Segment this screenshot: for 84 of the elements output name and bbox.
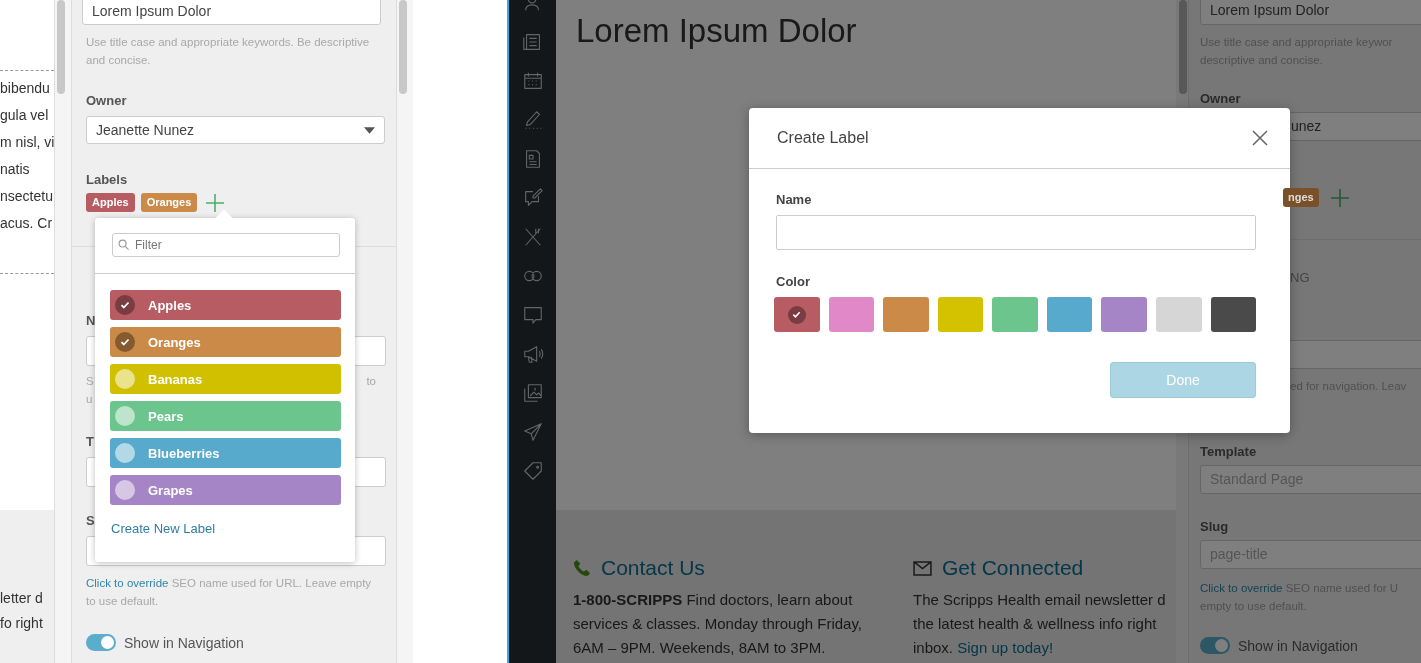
signup-link[interactable]: Sign up today! <box>957 639 1054 656</box>
phone-icon <box>573 559 591 577</box>
tag-icon[interactable] <box>521 460 544 482</box>
contact-text: 1-800-SCRIPPS Find doctors, learn about services & classes. Monday through Friday, 6AM – 9PM. Weekends, 8AM to 3PM. <box>573 590 863 658</box>
megaphone-icon[interactable] <box>521 343 544 365</box>
color-swatch[interactable] <box>1101 297 1147 332</box>
owner-label: Owner <box>1200 91 1242 106</box>
label-option[interactable]: Pears <box>110 401 341 431</box>
label-tag[interactable]: nges <box>1283 188 1319 207</box>
footer-text-fragment: fo right <box>0 614 44 633</box>
title-input[interactable]: Lorem Ipsum Dolor <box>1200 0 1421 25</box>
checkbox-circle[interactable] <box>115 480 135 500</box>
label-option[interactable]: Grapes <box>110 475 341 505</box>
labels-label: Labels <box>86 172 129 187</box>
label-option[interactable]: Apples <box>110 290 341 320</box>
checkbox-circle[interactable] <box>115 369 135 389</box>
label-tag[interactable]: Oranges <box>140 193 198 212</box>
article-text-fragment: acus. Cr <box>0 214 54 233</box>
close-icon[interactable] <box>1252 130 1268 146</box>
color-swatch[interactable] <box>774 297 820 332</box>
article-text-fragment: bibendu <box>0 79 51 98</box>
color-swatch[interactable] <box>1046 297 1093 332</box>
scrollbar-thumb[interactable] <box>57 0 65 94</box>
label-option[interactable]: Oranges <box>110 327 341 357</box>
newsletter-text: The Scripps Health email newsletter d <box>913 590 1167 610</box>
slug-label: Slug <box>1200 519 1230 534</box>
title-input[interactable]: Lorem Ipsum Dolor <box>82 0 381 25</box>
page-heading: Lorem Ipsum Dolor <box>576 12 858 50</box>
checkbox-circle[interactable] <box>115 332 135 352</box>
owner-select[interactable]: Jeanette Nunez <box>86 116 385 144</box>
field-label-fragment: N <box>86 313 97 328</box>
toggle-label: Show in Navigation <box>124 634 244 651</box>
color-swatch[interactable] <box>828 297 875 332</box>
dialog-title: Create Label <box>777 129 869 147</box>
override-link[interactable]: Click to override <box>1200 582 1283 594</box>
filter-field[interactable]: Filter <box>112 233 340 257</box>
paper-plane-icon[interactable] <box>521 421 544 443</box>
section-title: Get Connected <box>942 556 1084 580</box>
newsletter-text: the latest health & wellness info right <box>913 614 1158 634</box>
add-icon[interactable] <box>1330 188 1349 207</box>
slug-hint: Click to override SEO name used for URL. Leave empty to use default. <box>86 576 373 609</box>
chat-icon[interactable] <box>521 304 544 326</box>
article-text-fragment: natis <box>0 160 31 179</box>
override-link[interactable]: Click to override <box>86 577 169 589</box>
calendar-icon[interactable] <box>521 70 544 92</box>
hint-fragment: S <box>86 374 94 389</box>
search-icon <box>118 239 129 250</box>
scrollbar-thumb[interactable] <box>399 0 407 94</box>
hint-fragment: u <box>86 392 94 407</box>
create-label-link[interactable]: Create New Label <box>111 521 216 536</box>
name-input[interactable] <box>776 215 1256 250</box>
color-swatch[interactable] <box>937 297 984 332</box>
toggle-label: Show in Navigation <box>1238 637 1358 654</box>
label-option[interactable]: Bananas <box>110 364 341 394</box>
article-text-fragment: m nisl, vi <box>0 133 54 152</box>
images-icon[interactable] <box>521 382 544 404</box>
name-label: Name <box>776 192 813 207</box>
toggle-switch[interactable] <box>1200 637 1230 654</box>
toggle-switch[interactable] <box>86 634 116 651</box>
template-label: Template <box>1200 444 1258 459</box>
article-text-fragment: nsectetu <box>0 187 54 206</box>
envelope-icon <box>913 560 932 576</box>
checkbox-circle[interactable] <box>115 406 135 426</box>
color-swatch[interactable] <box>883 297 929 332</box>
add-icon[interactable] <box>206 193 225 212</box>
caret-icon <box>364 126 375 134</box>
color-swatch[interactable] <box>992 297 1038 332</box>
section-title: Contact Us <box>601 556 705 580</box>
color-label: Color <box>776 274 811 289</box>
owner-label: Owner <box>86 93 128 108</box>
checkbox-circle[interactable] <box>115 295 135 315</box>
hint-fragment: to <box>366 374 376 389</box>
label-tag[interactable]: Apples <box>86 193 135 212</box>
field-label-fragment: T <box>86 434 95 449</box>
newsletter-text: inbox. Sign up today! <box>913 638 1055 658</box>
color-swatch[interactable] <box>1155 297 1202 332</box>
footer-text-fragment: letter d <box>0 589 44 608</box>
color-swatch[interactable] <box>1210 297 1257 332</box>
field-label-fragment: S <box>86 513 96 528</box>
article-text-fragment: gula vel <box>0 106 50 125</box>
label-option[interactable]: Blueberries <box>110 438 341 468</box>
checkbox-circle[interactable] <box>115 443 135 463</box>
title-hint: Use title case and appropriate keywords. Be descriptive and concise. <box>86 35 371 68</box>
scrollbar-thumb[interactable] <box>1179 0 1187 94</box>
